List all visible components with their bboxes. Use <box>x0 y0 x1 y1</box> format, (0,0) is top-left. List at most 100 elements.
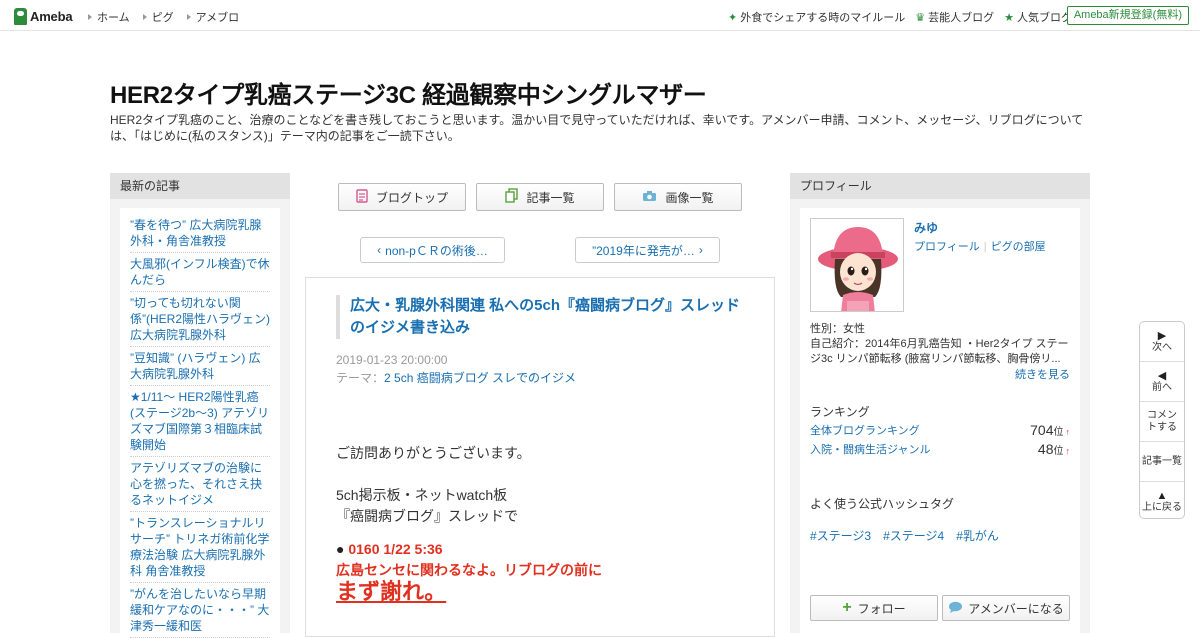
profile-links: プロフィール | ピグの部屋 <box>914 238 1046 254</box>
profile-info: 性別：女性 自己紹介：2014年6月乳癌告知 ・Her2タイプ ステージ3c リ… <box>810 322 1072 367</box>
profile-name[interactable]: みゆ <box>914 219 938 236</box>
sparkle-icon: ✦ <box>728 11 738 24</box>
triangle-left-icon: ◀ <box>1157 369 1167 382</box>
quote-emphasis: まず謝れ。 <box>336 579 447 604</box>
rank-unit: 位 <box>1053 446 1064 457</box>
recent-article-link[interactable]: ”春を待つ” 広大病院乳腺外科・角舎准教授 <box>130 214 270 253</box>
signup-button[interactable]: Ameba新規登録(無料) <box>1066 6 1189 25</box>
nav-pigg[interactable]: ピグ <box>142 9 174 25</box>
profile-box: プロフィール みゆ プロフィール | ピグの部屋 性別：女性 自己紹介：2014… <box>790 173 1090 638</box>
recent-articles-list: ”春を待つ” 広大病院乳腺外科・角舎准教授 大風邪(インフル検査)で休んだら ”… <box>120 208 280 638</box>
hashtag-link[interactable]: #乳がん <box>956 527 999 544</box>
button-label: フォロー <box>857 601 906 616</box>
side-comment-button[interactable]: コメントする <box>1140 402 1184 442</box>
triangle-right-icon: ▶ <box>1157 329 1167 342</box>
link-celebrity-blog[interactable]: ♛ 芸能人ブログ <box>915 9 994 25</box>
ranking-heading: ランキング <box>810 405 870 419</box>
recent-article-link[interactable]: 大風邪(インフル検査)で休んだら <box>130 253 270 292</box>
body-line: 『癌闘病ブログ』スレッドで <box>336 508 518 524</box>
side-label: コメントする <box>1147 409 1177 433</box>
side-label: 上に戻る <box>1142 502 1182 513</box>
recent-article-link[interactable]: アテゾリズマブの治験に心を撚った、それさえ抉るネットイジメ <box>130 457 270 512</box>
chevron-right-icon <box>88 14 92 20</box>
blog-title[interactable]: HER2タイプ乳癌ステージ3C 経過観察中シングルマザー <box>110 75 707 110</box>
nav-label: ピグ <box>151 12 174 24</box>
blog-nav-buttons: ブログトップ 記事一覧 画像一覧 <box>338 183 752 211</box>
button-label: 画像一覧 <box>665 190 714 205</box>
avatar[interactable] <box>810 218 904 312</box>
follow-button[interactable]: + フォロー <box>810 595 938 621</box>
next-article-label: ”2019年に発売が… <box>592 243 695 258</box>
top-bar: Ameba ホーム ピグ アメブロ ✦ 外食でシェアする時のマイルール ♛ 芸能人ブ… <box>0 0 1200 31</box>
link-popular-blog[interactable]: ★ 人気ブログ <box>1004 9 1072 25</box>
blog-top-button[interactable]: ブログトップ <box>338 183 466 211</box>
triangle-up-icon: ▲ <box>1156 490 1168 502</box>
crown-icon: ♛ <box>915 11 926 24</box>
profile-link[interactable]: プロフィール <box>914 241 980 253</box>
recent-article-link[interactable]: ”豆知識” (ハラヴェン) 広大病院乳腺外科 <box>130 347 270 386</box>
recent-articles-heading: 最新の記事 <box>110 173 290 199</box>
nav-ameblo[interactable]: アメブロ <box>186 9 240 25</box>
body-line: ご訪問ありがとうございます。 <box>336 445 531 461</box>
ranking-row: 全体ブログランキング 704位 ↑ <box>810 422 1070 438</box>
document-icon <box>356 188 368 206</box>
separator: | <box>983 241 987 253</box>
hashtag-link[interactable]: #ステージ3 <box>810 527 871 544</box>
nav-home[interactable]: ホーム <box>88 9 130 25</box>
side-next-button[interactable]: ▶ 次へ <box>1140 322 1184 362</box>
arrow-up-icon: ↑ <box>1065 427 1071 437</box>
side-prev-button[interactable]: ◀ 前へ <box>1140 362 1184 402</box>
prev-next-nav: ‹ non-pＣＲの術後… ”2019年に発売が… › <box>360 237 720 263</box>
read-more-link[interactable]: 続きを見る <box>1015 366 1070 382</box>
nav-label: ホーム <box>97 12 130 24</box>
body-line: 5ch掲示板・ネットwatch板 <box>336 487 508 503</box>
image-list-button[interactable]: 画像一覧 <box>614 183 742 211</box>
ameba-logo[interactable]: Ameba <box>14 6 73 26</box>
chevron-right-icon: › <box>698 243 703 257</box>
recent-article-link[interactable]: ★1/11～ HER2陽性乳癌(ステージ2b～3) アテゾリズマブ国際第３相臨床… <box>130 386 270 457</box>
amember-button[interactable]: アメンバーになる <box>942 595 1070 621</box>
hashtag-link[interactable]: #ステージ4 <box>883 527 944 544</box>
profile-panel: みゆ プロフィール | ピグの部屋 性別：女性 自己紹介：2014年6月乳癌告知 ・… <box>800 208 1080 638</box>
pigg-room-link[interactable]: ピグの部屋 <box>991 241 1046 253</box>
side-list-button[interactable]: 記事一覧 <box>1140 442 1184 482</box>
link-label: 人気ブログ <box>1017 12 1072 24</box>
chevron-right-icon <box>186 14 191 20</box>
nav-label: アメブロ <box>195 12 240 24</box>
quote-number: 0160 1/22 5:36 <box>348 541 443 557</box>
recent-article-link[interactable]: ”切っても切れない関係”(HER2陽性ハラヴェン) 広大病院乳腺外科 <box>130 292 270 347</box>
copy-icon <box>505 188 519 206</box>
side-label: 前へ <box>1152 381 1172 393</box>
ranking-value: 48位 ↑ <box>1038 441 1070 457</box>
profile-gender: 性別：女性 <box>810 323 865 335</box>
side-top-button[interactable]: ▲ 上に戻る <box>1140 482 1184 522</box>
recent-article-link[interactable]: ”トランスレーショナルリサーチ” トリネガ術前化学療法治験 広大病院乳腺外科 角… <box>130 512 270 583</box>
profile-intro: 自己紹介：2014年6月乳癌告知 ・Her2タイプ ステージ3c リンパ節転移 … <box>810 338 1069 365</box>
profile-heading: プロフィール <box>790 173 1090 199</box>
button-label: アメンバーになる <box>968 601 1064 616</box>
article-title[interactable]: 広大・乳腺外科関連 私への5ch『癌闘病ブログ』スレッドのイジメ書き込み <box>336 295 746 339</box>
prev-article-button[interactable]: ‹ non-pＣＲの術後… <box>360 237 505 263</box>
ranking-label[interactable]: 入院・闘病生活ジャンル <box>810 441 930 457</box>
side-label: 記事一覧 <box>1142 455 1182 467</box>
arrow-up-icon: ↑ <box>1065 446 1071 456</box>
circle-icon: ● <box>336 541 345 557</box>
camera-icon <box>642 190 657 205</box>
hashtag-list: #ステージ3 #ステージ4 #乳がん <box>810 527 1011 544</box>
ranking-value: 704位 ↑ <box>1030 422 1070 438</box>
rank-number: 48 <box>1037 441 1054 457</box>
recent-articles-box: 最新の記事 ”春を待つ” 広大病院乳腺外科・角舎准教授 大風邪(インフル検査)で… <box>110 173 290 638</box>
article: 広大・乳腺外科関連 私への5ch『癌闘病ブログ』スレッドのイジメ書き込み 201… <box>305 277 775 637</box>
link-my-rule[interactable]: ✦ 外食でシェアする時のマイルール <box>728 9 905 25</box>
floating-side-nav: ▶ 次へ ◀ 前へ コメントする 記事一覧 ▲ 上に戻る <box>1139 321 1185 519</box>
article-list-button[interactable]: 記事一覧 <box>476 183 604 211</box>
logo-text: Ameba <box>30 8 73 24</box>
theme-link[interactable]: 2 5ch 癌闘病ブログ スレでのイジメ <box>384 371 576 385</box>
side-label: 次へ <box>1152 341 1172 353</box>
link-label: 外食でシェアする時のマイルール <box>740 12 906 24</box>
next-article-button[interactable]: ”2019年に発売が… › <box>575 237 720 263</box>
blog-description: HER2タイプ乳癌のこと、治療のことなどを書き残しておこうと思います。温かい目で… <box>110 113 1084 143</box>
ranking-label[interactable]: 全体ブログランキング <box>810 422 920 438</box>
rank-number: 704 <box>1030 422 1054 438</box>
